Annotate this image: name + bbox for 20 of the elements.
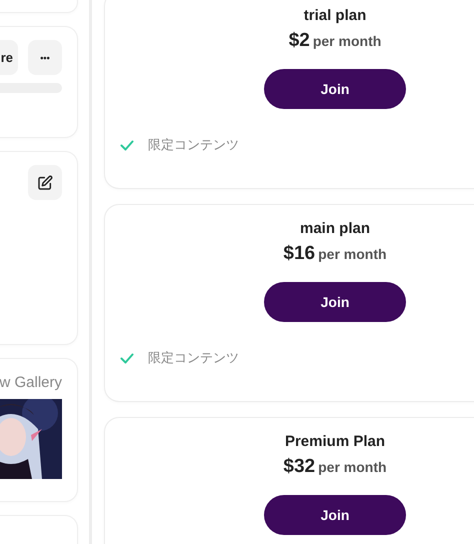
- feature-text: 限定コンテンツ: [148, 349, 239, 367]
- plan-price: $16: [283, 243, 316, 264]
- join-button[interactable]: Join: [264, 69, 406, 109]
- feature-text: 限定コンテンツ: [148, 136, 239, 154]
- edit-icon: [37, 174, 53, 190]
- more-button[interactable]: •••: [28, 40, 62, 75]
- price-period: per month: [318, 246, 387, 262]
- check-icon: [120, 140, 134, 150]
- share-button[interactable]: re: [0, 40, 18, 75]
- join-button[interactable]: Join: [264, 495, 406, 535]
- price-period: per month: [312, 33, 382, 49]
- join-button[interactable]: Join: [264, 282, 406, 322]
- check-icon: [120, 352, 134, 364]
- price-period: per month: [318, 459, 387, 475]
- plan-name: trial plan: [304, 6, 366, 26]
- plan-price: $2: [288, 30, 310, 51]
- plan-name: main plan: [300, 219, 370, 239]
- plan-name: Premium Plan: [284, 432, 386, 452]
- plan-price: $32: [283, 456, 316, 477]
- edit-button[interactable]: [28, 165, 62, 200]
